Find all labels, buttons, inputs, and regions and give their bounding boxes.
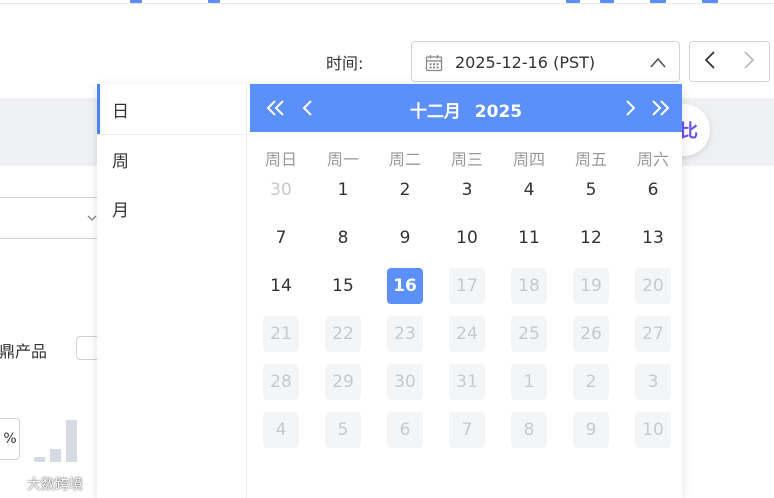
cut-link-fragment [600, 0, 614, 3]
day-cell: 2 [573, 364, 609, 400]
day-cell: 7 [449, 412, 485, 448]
mini-bar-chart [34, 418, 80, 462]
watermark-logo-icon [8, 478, 22, 490]
day-cell: 22 [325, 316, 361, 352]
weekday-header: 周二 [388, 150, 421, 169]
day-cell: 8 [511, 412, 547, 448]
chevron-down-icon [87, 215, 97, 221]
cut-link-fragment [650, 0, 666, 3]
day-cell[interactable]: 10 [449, 220, 485, 256]
double-chevron-right-icon[interactable] [648, 96, 672, 120]
day-cell: 17 [449, 268, 485, 304]
page-root: 时间: 2025-12-16 (PST) 比 鼎产品 % 大数跨境 日 周 月 … [0, 0, 774, 498]
day-cell[interactable]: 7 [263, 220, 299, 256]
day-cell: 21 [263, 316, 299, 352]
selected-day-cell[interactable]: 16 [387, 268, 423, 304]
calendar-header: 十二月 2025 [250, 84, 682, 132]
weekday-header: 周六 [636, 150, 669, 169]
cut-link-fragment [702, 0, 718, 3]
day-cell: 19 [573, 268, 609, 304]
day-cell[interactable]: 9 [387, 220, 423, 256]
mini-bar [50, 449, 61, 462]
chevron-right-icon[interactable] [618, 96, 642, 120]
product-label-text: 同鼎产品 [0, 342, 48, 361]
day-cell: 5 [325, 412, 361, 448]
day-cell: 1 [511, 364, 547, 400]
filter-select[interactable] [0, 197, 101, 239]
cut-link-fragment [130, 0, 142, 3]
chevron-right-icon [742, 50, 756, 74]
mode-week[interactable]: 周 [97, 134, 247, 184]
weekday-header: 周三 [450, 150, 483, 169]
mini-bar [66, 420, 77, 462]
day-cell: 10 [635, 412, 671, 448]
day-cell: 23 [387, 316, 423, 352]
mode-month[interactable]: 月 [97, 183, 247, 233]
day-cell[interactable]: 12 [573, 220, 609, 256]
day-cell: 6 [387, 412, 423, 448]
chevron-up-icon[interactable] [649, 55, 667, 74]
day-cell: 18 [511, 268, 547, 304]
day-cell[interactable]: 1 [325, 172, 361, 208]
day-cell[interactable]: 4 [511, 172, 547, 208]
watermark: 大数跨境 [6, 474, 83, 494]
month-label[interactable]: 十二月 [410, 102, 461, 122]
day-cell[interactable]: 8 [325, 220, 361, 256]
day-cell[interactable]: 14 [263, 268, 299, 304]
date-picker-popup: 日 周 月 十二月 2025 周日 周一 周二 周三 周四 周五 周六 30 1 2 [97, 84, 682, 498]
day-cell: 3 [635, 364, 671, 400]
day-cell[interactable]: 30 [263, 172, 299, 208]
day-cell[interactable]: 11 [511, 220, 547, 256]
day-cell[interactable]: 2 [387, 172, 423, 208]
day-cell[interactable]: 6 [635, 172, 671, 208]
day-cell: 9 [573, 412, 609, 448]
time-label: 时间: [326, 54, 364, 73]
day-cell: 28 [263, 364, 299, 400]
day-cell[interactable]: 5 [573, 172, 609, 208]
cut-link-fragment [566, 0, 580, 3]
compare-text: 比 [680, 121, 698, 142]
day-cell: 31 [449, 364, 485, 400]
mini-bar [34, 457, 45, 462]
product-label: 同鼎产品 [0, 338, 47, 362]
day-cell[interactable]: 3 [449, 172, 485, 208]
date-value: 2025-12-16 (PST) [455, 53, 596, 72]
day-cell: 30 [387, 364, 423, 400]
watermark-text: 大数跨境 [27, 477, 83, 493]
day-cell: 24 [449, 316, 485, 352]
chevron-left-icon [703, 50, 717, 74]
cut-link-fragment [208, 0, 220, 3]
weekday-header: 周一 [326, 150, 359, 169]
weekday-header: 周四 [512, 150, 545, 169]
day-cell: 27 [635, 316, 671, 352]
next-date-button[interactable] [729, 41, 770, 82]
percent-input[interactable]: % [0, 418, 20, 460]
day-cell[interactable]: 13 [635, 220, 671, 256]
day-cell: 4 [263, 412, 299, 448]
mode-day[interactable]: 日 [97, 84, 247, 134]
day-cell: 29 [325, 364, 361, 400]
weekday-header: 周日 [264, 150, 297, 169]
day-cell: 26 [573, 316, 609, 352]
day-cell: 25 [511, 316, 547, 352]
prev-date-button[interactable] [689, 41, 730, 82]
day-cell[interactable]: 15 [325, 268, 361, 304]
top-nav-strip [0, 0, 774, 4]
percent-label: % [3, 431, 17, 447]
year-label[interactable]: 2025 [475, 102, 522, 122]
granularity-list: 日 周 月 [97, 84, 247, 498]
day-cell: 20 [635, 268, 671, 304]
date-picker-input[interactable]: 2025-12-16 (PST) [411, 41, 680, 82]
weekday-header: 周五 [574, 150, 607, 169]
calendar-icon [425, 54, 443, 76]
